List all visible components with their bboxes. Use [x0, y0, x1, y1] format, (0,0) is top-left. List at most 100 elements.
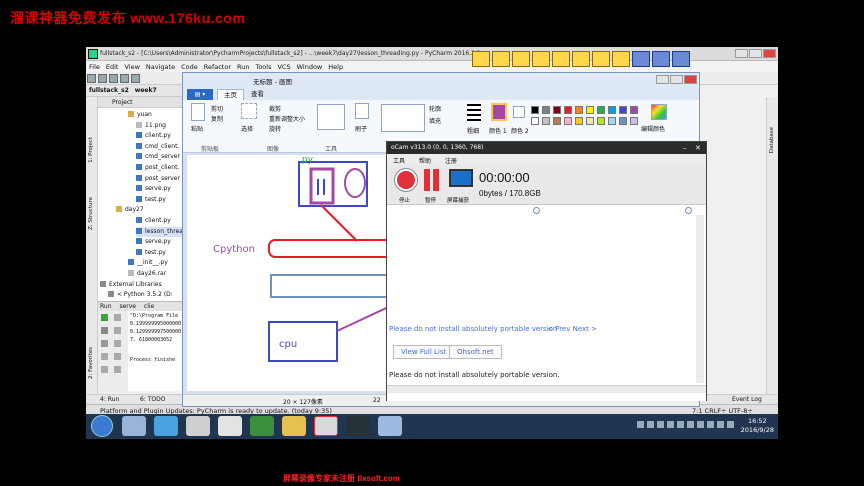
tree-item[interactable]: serve.py	[136, 184, 171, 194]
edit-colors-icon[interactable]	[651, 104, 667, 120]
settings-icon[interactable]	[652, 51, 670, 67]
tree-item[interactable]: cmd_client.	[136, 142, 179, 152]
qq-icon[interactable]	[282, 416, 306, 436]
color-swatch[interactable]	[597, 117, 605, 125]
save-icon[interactable]	[98, 74, 107, 83]
start-button[interactable]	[91, 415, 113, 437]
tray-icon[interactable]	[637, 421, 644, 428]
color-swatch[interactable]	[575, 117, 583, 125]
close-icon[interactable]	[763, 49, 776, 58]
stop-icon[interactable]	[101, 327, 108, 334]
globe-icon[interactable]	[154, 416, 178, 436]
tab-home[interactable]: 主页	[217, 89, 244, 100]
capture-label[interactable]: 屏幕捕获	[447, 196, 469, 204]
color-swatch[interactable]	[619, 106, 627, 114]
resize-label[interactable]: 重新调整大小	[269, 114, 305, 123]
editor-icon[interactable]	[250, 416, 274, 436]
pause-label[interactable]: 暂停	[425, 196, 436, 204]
fill-label[interactable]: 填充	[429, 116, 441, 125]
redo-icon[interactable]	[131, 74, 140, 83]
tool-icon[interactable]	[492, 51, 510, 67]
open-icon[interactable]	[87, 74, 96, 83]
stop-record-icon[interactable]	[395, 169, 417, 191]
tree-item[interactable]: day26.rar	[128, 269, 166, 279]
tool-icon[interactable]	[512, 51, 530, 67]
color-swatch[interactable]	[531, 117, 539, 125]
color-swatch[interactable]	[542, 106, 550, 114]
paste-icon[interactable]	[191, 103, 205, 121]
tab-project[interactable]: 1: Project	[88, 137, 94, 163]
up-icon[interactable]	[114, 314, 121, 321]
close-icon[interactable]: ✕	[695, 144, 701, 152]
drawing-canvas[interactable]: .py Cpython cpu	[187, 155, 397, 391]
tree-item[interactable]: 11.png	[136, 121, 166, 131]
tool-icon[interactable]	[612, 51, 630, 67]
color1-label[interactable]: 颜色 1	[489, 126, 507, 135]
line-size-icon[interactable]	[467, 104, 481, 122]
run-console[interactable]: "D:\Program File 0.199999995000000 0.129…	[128, 311, 184, 391]
pause-icon[interactable]	[433, 169, 439, 191]
color-swatch[interactable]	[586, 106, 594, 114]
tray-icon[interactable]	[717, 421, 724, 428]
tool-icon[interactable]	[552, 51, 570, 67]
tree-item[interactable]: post_client.	[136, 163, 179, 173]
tray-icon[interactable]	[677, 421, 684, 428]
explorer-icon[interactable]	[122, 416, 146, 436]
color-swatch[interactable]	[564, 117, 572, 125]
brush-icon[interactable]	[355, 103, 369, 119]
horizontal-scrollbar[interactable]	[387, 385, 706, 393]
tree-item[interactable]: post_server	[136, 174, 180, 184]
color2-icon[interactable]	[513, 106, 525, 118]
tray-icon[interactable]	[647, 421, 654, 428]
color-swatch[interactable]	[553, 106, 561, 114]
chrome-icon[interactable]	[218, 416, 242, 436]
print-icon[interactable]	[114, 353, 121, 360]
tool-icon[interactable]	[472, 51, 490, 67]
pen-icon[interactable]	[672, 51, 690, 67]
color2-label[interactable]: 颜色 2	[511, 126, 529, 135]
size-label[interactable]: 粗细	[467, 126, 479, 135]
tree-item[interactable]: client.py	[136, 131, 171, 141]
color-swatch[interactable]	[619, 117, 627, 125]
color-swatch[interactable]	[542, 117, 550, 125]
menu-help[interactable]: 帮助	[419, 156, 431, 165]
tree-item[interactable]: day27	[116, 205, 144, 215]
color-swatch[interactable]	[630, 117, 638, 125]
menu-tools[interactable]: 工具	[393, 156, 405, 165]
maximize-icon[interactable]	[749, 49, 762, 58]
minimize-icon[interactable]	[656, 75, 669, 84]
paint-taskbar-icon[interactable]	[378, 416, 402, 436]
outline-label[interactable]: 轮廓	[429, 104, 441, 113]
down-icon[interactable]	[114, 327, 121, 334]
clock[interactable]: 16:52 2016/9/28	[741, 417, 774, 435]
color1-icon[interactable]	[491, 103, 507, 121]
edit-colors-label[interactable]: 编辑颜色	[641, 124, 665, 133]
tree-item[interactable]: lesson_threa	[136, 226, 183, 237]
maximize-icon[interactable]	[670, 75, 683, 84]
tool-icon[interactable]	[572, 51, 590, 67]
trash-icon[interactable]	[114, 366, 121, 373]
tab-database[interactable]: Database	[769, 127, 775, 153]
tray-icon[interactable]	[667, 421, 674, 428]
brushes-label[interactable]: 刷子	[355, 124, 367, 133]
tab-view[interactable]: 查看	[245, 89, 270, 100]
pause-icon[interactable]	[101, 340, 108, 347]
rotate-label[interactable]: 旋转	[269, 124, 281, 133]
tree-item[interactable]: test.py	[136, 195, 166, 205]
cut-label[interactable]: 剪切	[211, 104, 223, 113]
pin-icon[interactable]	[101, 366, 108, 373]
ocam-taskbar-icon[interactable]	[314, 416, 338, 436]
color-swatch[interactable]	[597, 106, 605, 114]
dump-icon[interactable]	[101, 353, 108, 360]
run-tab-client[interactable]: clie	[144, 303, 154, 310]
vertical-scrollbar[interactable]	[696, 215, 704, 383]
project-label[interactable]: Project	[112, 99, 133, 106]
paint-file-menu[interactable]: ▤ ▾	[187, 89, 213, 100]
ohsoft-button[interactable]: Ohsoft.net	[449, 345, 502, 359]
tray-icon[interactable]	[707, 421, 714, 428]
shapes-gallery[interactable]	[381, 104, 425, 132]
select-label[interactable]: 选择	[241, 124, 253, 133]
color-swatch[interactable]	[630, 106, 638, 114]
select-icon[interactable]	[241, 103, 257, 119]
prev-next-link[interactable]: < Prev Next >	[547, 325, 597, 333]
